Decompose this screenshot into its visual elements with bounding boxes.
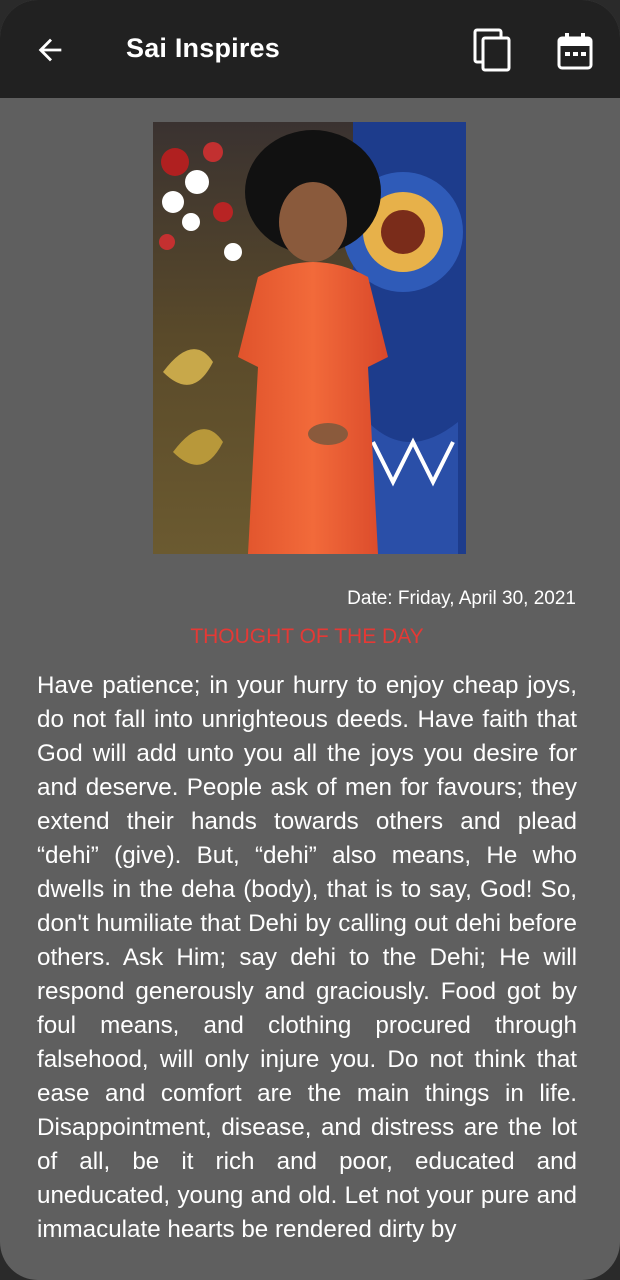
- app-bar: Sai Inspires: [0, 0, 620, 98]
- thought-image: [153, 122, 466, 554]
- calendar-icon: [557, 33, 593, 70]
- thought-body: Have patience; in your hurry to enjoy ch…: [37, 672, 577, 1243]
- app-screen: Sai Inspires Date: Friday, April 30, 202…: [0, 0, 620, 1280]
- thought-date: Date: Friday, April 30, 2021: [347, 588, 576, 609]
- back-button[interactable]: [30, 30, 70, 70]
- arrow-left-icon: [38, 38, 62, 62]
- copy-icon: [473, 28, 511, 72]
- page-title: Sai Inspires: [126, 33, 280, 63]
- copy-button[interactable]: [472, 28, 514, 72]
- calendar-button[interactable]: [554, 30, 596, 72]
- thought-heading: THOUGHT OF THE DAY: [190, 625, 424, 648]
